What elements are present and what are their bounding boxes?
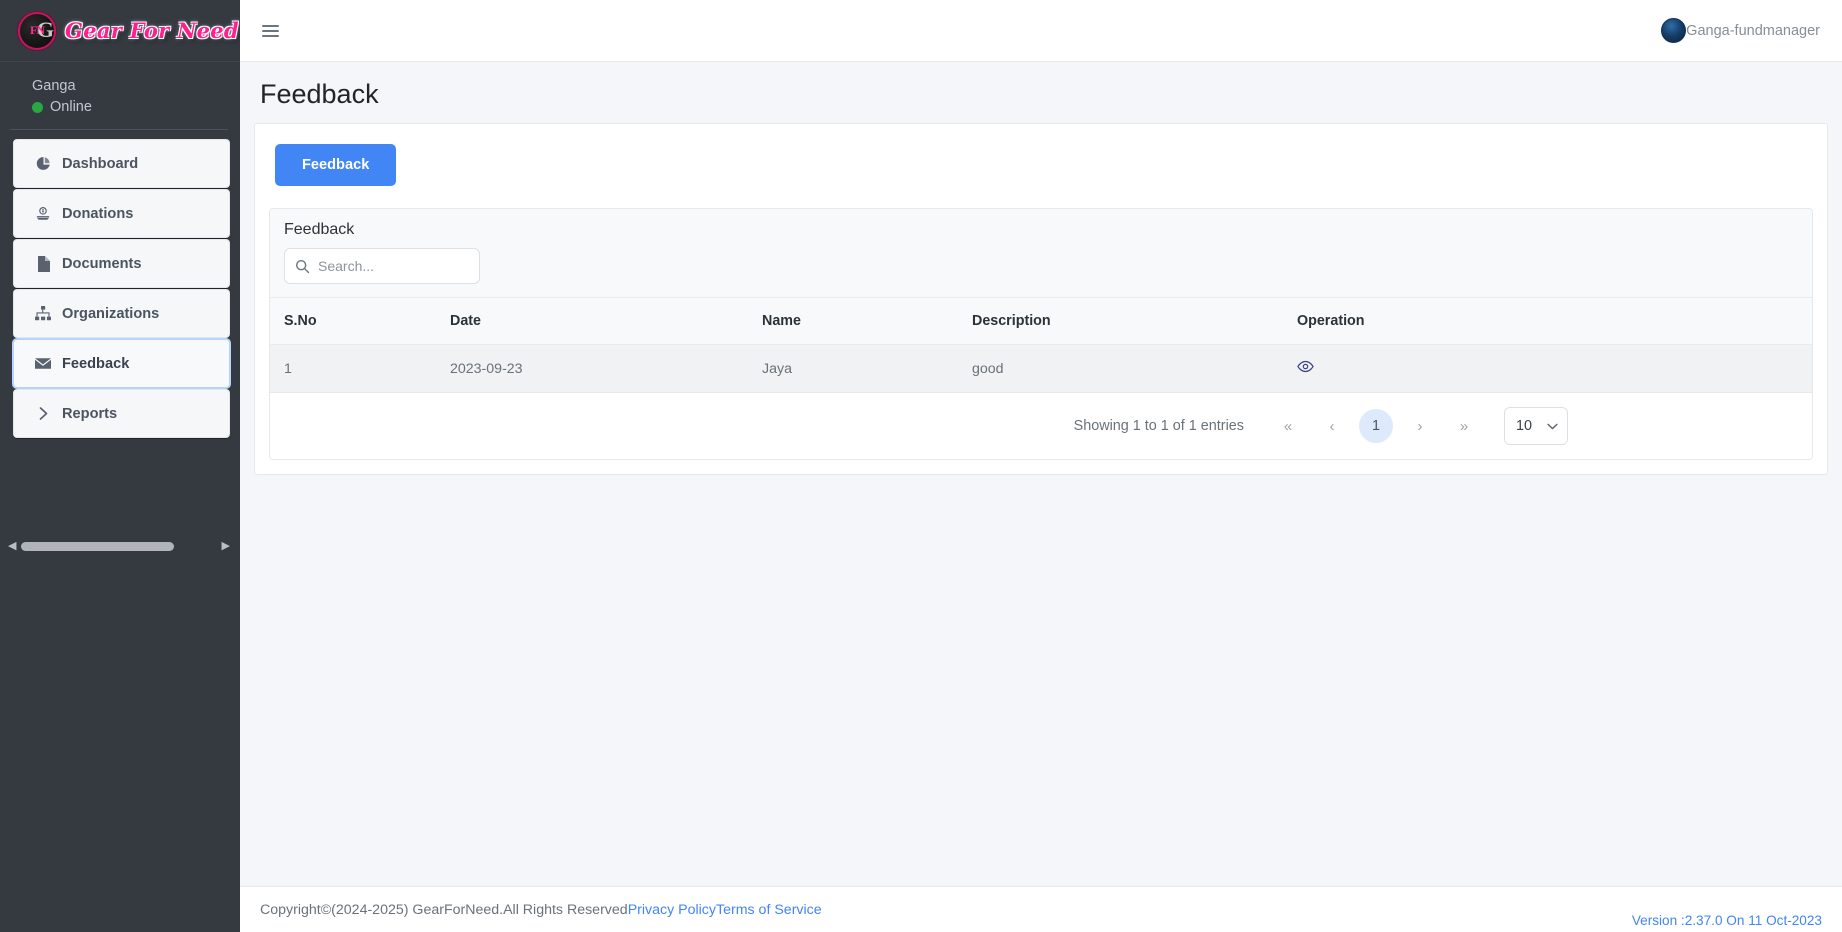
envelope-icon: [35, 356, 51, 372]
pagination-page-1[interactable]: 1: [1359, 409, 1393, 443]
chevron-right-icon: [35, 406, 51, 422]
column-header-date[interactable]: Date: [450, 298, 762, 345]
feedback-card: Feedback S.No Date Name Description: [269, 208, 1813, 460]
scrollbar-thumb[interactable]: [21, 542, 174, 551]
feedback-table: S.No Date Name Description Operation 1 2…: [270, 298, 1812, 393]
app-logo-icon: G FN: [18, 11, 56, 50]
donation-icon: [35, 206, 51, 222]
sidebar-item-dashboard[interactable]: Dashboard: [13, 139, 230, 188]
sidebar-item-reports[interactable]: Reports: [13, 389, 230, 438]
page-size-value: 10: [1516, 418, 1533, 434]
search-input[interactable]: [318, 258, 469, 274]
user-menu[interactable]: Ganga-fundmanager: [1661, 18, 1820, 43]
page-header: Feedback: [240, 62, 1842, 123]
pagination: Showing 1 to 1 of 1 entries « ‹ 1 › » 10: [270, 393, 1812, 459]
table-row[interactable]: 1 2023-09-23 Jaya good: [270, 344, 1812, 393]
view-button[interactable]: [1297, 360, 1314, 373]
logo-fn-letters: FN: [30, 23, 45, 37]
page-title: Feedback: [260, 79, 379, 109]
column-header-name[interactable]: Name: [762, 298, 972, 345]
page-size-select[interactable]: 10: [1504, 407, 1568, 445]
online-status-dot-icon: [32, 101, 43, 113]
sidebar-item-organizations[interactable]: Organizations: [13, 289, 230, 338]
scroll-right-arrow-icon[interactable]: ▶: [222, 541, 230, 552]
pagination-last-button[interactable]: »: [1447, 409, 1481, 443]
document-icon: [35, 255, 51, 272]
sidebar-item-label: Reports: [62, 405, 118, 422]
sidebar-item-label: Feedback: [62, 355, 130, 372]
column-header-operation[interactable]: Operation: [1297, 298, 1812, 345]
sidebar-user-panel: Ganga Online: [10, 62, 228, 130]
footer-spacer: [240, 475, 1842, 886]
card-title: Feedback: [284, 221, 355, 238]
scrollbar-track[interactable]: [21, 538, 216, 555]
cell-name: Jaya: [762, 344, 972, 393]
cell-sno: 1: [270, 344, 450, 393]
sidebar-item-label: Organizations: [62, 305, 160, 322]
table-head: S.No Date Name Description Operation: [270, 298, 1812, 345]
sidebar: G FN Gear For Need Ganga Online Dashboar…: [0, 0, 240, 932]
eye-icon: [1297, 360, 1314, 373]
pagination-prev-button[interactable]: ‹: [1315, 409, 1349, 443]
column-header-description[interactable]: Description: [972, 298, 1297, 345]
feedback-button[interactable]: Feedback: [275, 144, 397, 186]
footer-version: Version :2.37.0 On 11 Oct-2023: [1631, 913, 1822, 928]
pie-chart-icon: [35, 156, 51, 172]
main-area: Ganga-fundmanager Feedback Feedback Feed…: [240, 0, 1842, 932]
content-panel: Feedback Feedback S.No Date: [254, 123, 1828, 475]
cell-description: good: [972, 344, 1297, 393]
pagination-next-button[interactable]: ›: [1403, 409, 1437, 443]
pagination-first-button[interactable]: «: [1271, 409, 1305, 443]
sidebar-item-label: Donations: [62, 205, 134, 222]
brand-name: Gear For Need: [65, 18, 239, 43]
action-button-row: Feedback: [255, 124, 1827, 208]
cell-date: 2023-09-23: [450, 344, 762, 393]
brand-header[interactable]: G FN Gear For Need: [0, 0, 240, 62]
sidebar-item-donations[interactable]: Donations: [13, 189, 230, 238]
sidebar-item-documents[interactable]: Documents: [13, 239, 230, 288]
hamburger-icon[interactable]: [260, 21, 281, 41]
sidebar-item-feedback[interactable]: Feedback: [13, 339, 230, 388]
sidebar-item-label: Dashboard: [62, 155, 139, 172]
footer: Copyright©(2024-2025) GearForNeed.All Ri…: [240, 886, 1842, 932]
cell-operation: [1297, 344, 1812, 393]
scroll-left-arrow-icon[interactable]: ◀: [8, 541, 16, 552]
sidebar-user-status-label: Online: [50, 99, 92, 115]
sidebar-item-label: Documents: [62, 255, 142, 272]
sidebar-nav: Dashboard Donations Documents Organizati…: [0, 130, 240, 438]
sidebar-horizontal-scrollbar[interactable]: ◀ ▶: [8, 538, 230, 555]
table-header-row: S.No Date Name Description Operation: [270, 298, 1812, 345]
sidebar-user-status: Online: [32, 97, 228, 117]
showing-entries-text: Showing 1 to 1 of 1 entries: [1073, 418, 1244, 434]
search-icon: [295, 259, 310, 273]
user-menu-label: Ganga-fundmanager: [1686, 22, 1820, 39]
sidebar-user-name: Ganga: [32, 78, 76, 94]
avatar: [1661, 18, 1687, 43]
chevron-down-icon: [1547, 423, 1558, 429]
table-body: 1 2023-09-23 Jaya good: [270, 344, 1812, 393]
card-header: Feedback: [270, 209, 1812, 298]
terms-of-service-link[interactable]: Terms of Service: [716, 902, 822, 918]
privacy-policy-link[interactable]: Privacy Policy: [628, 902, 716, 918]
footer-copyright: Copyright©(2024-2025) GearForNeed.All Ri…: [260, 901, 628, 918]
top-navbar: Ganga-fundmanager: [240, 0, 1842, 62]
sitemap-icon: [35, 306, 51, 322]
column-header-sno[interactable]: S.No: [270, 298, 450, 345]
search-box[interactable]: [284, 248, 480, 284]
